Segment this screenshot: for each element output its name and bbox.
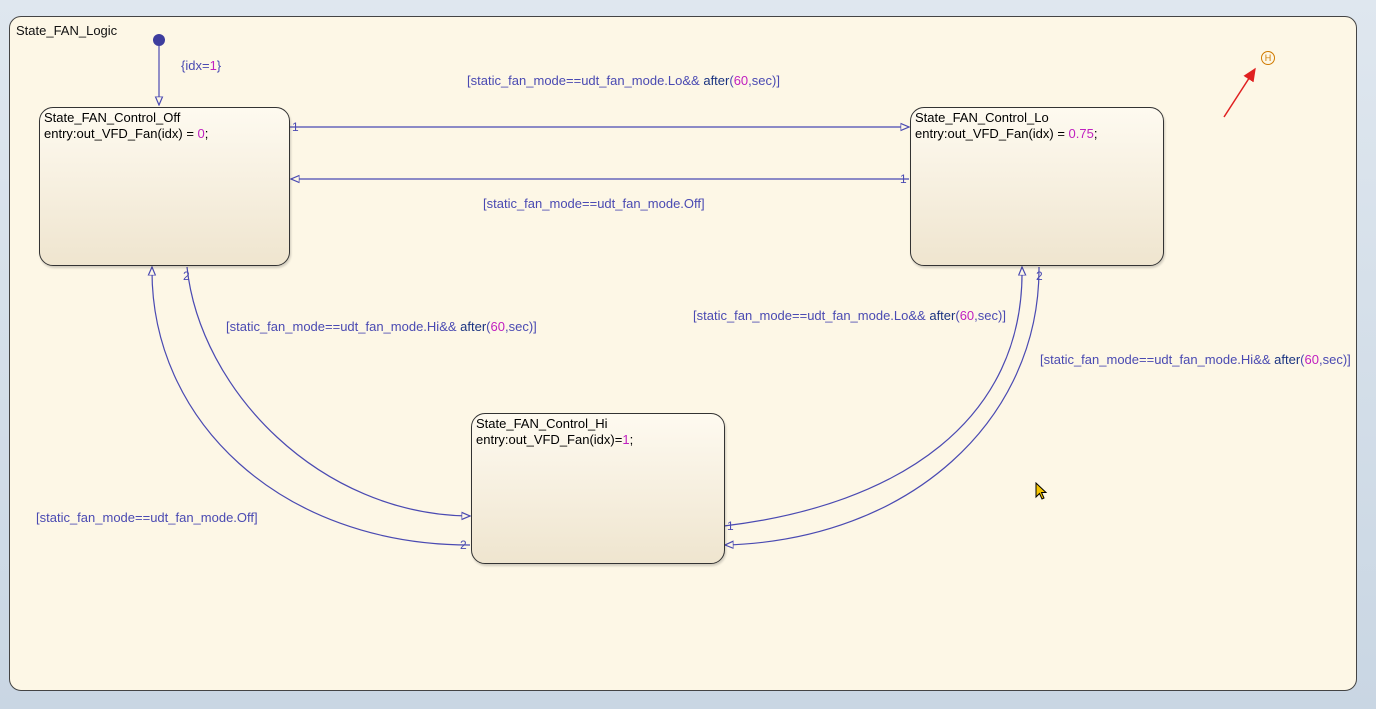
state-fan-control-off[interactable]: State_FAN_Control_Off entry:out_VFD_Fan(…: [39, 107, 290, 266]
state-fan-control-lo[interactable]: State_FAN_Control_Lo entry:out_VFD_Fan(i…: [910, 107, 1164, 266]
label-off-to-hi[interactable]: [static_fan_mode==udt_fan_mode.Hi&& afte…: [226, 319, 537, 334]
state-entry-action: entry:out_VFD_Fan(idx) = 0;: [44, 126, 209, 141]
default-transition-dot[interactable]: [153, 34, 165, 46]
label-hi-to-lo[interactable]: [static_fan_mode==udt_fan_mode.Lo&& afte…: [693, 308, 1006, 323]
mouse-cursor-icon: [1035, 482, 1048, 500]
history-junction[interactable]: H: [1261, 51, 1275, 65]
priority-hi-out-1: 1: [727, 519, 734, 533]
priority-off-out-1: 1: [292, 120, 299, 134]
state-name: State_FAN_Control_Lo: [915, 110, 1049, 125]
label-lo-to-hi[interactable]: [static_fan_mode==udt_fan_mode.Hi&& afte…: [1040, 352, 1351, 367]
state-entry-action: entry:out_VFD_Fan(idx)=1;: [476, 432, 634, 447]
label-lo-to-off[interactable]: [static_fan_mode==udt_fan_mode.Off]: [483, 196, 705, 211]
state-fan-control-hi[interactable]: State_FAN_Control_Hi entry:out_VFD_Fan(i…: [471, 413, 725, 564]
priority-off-out-2: 2: [183, 269, 190, 283]
state-name: State_FAN_Control_Hi: [476, 416, 608, 431]
state-entry-action: entry:out_VFD_Fan(idx) = 0.75;: [915, 126, 1098, 141]
state-name: State_FAN_Control_Off: [44, 110, 181, 125]
priority-hi-out-2: 2: [460, 538, 467, 552]
priority-lo-out-1: 1: [900, 172, 907, 186]
transition-hi-to-off[interactable]: [152, 267, 471, 546]
annotation-arrow: [1223, 67, 1256, 118]
label-off-to-lo[interactable]: [static_fan_mode==udt_fan_mode.Lo&& afte…: [467, 73, 780, 88]
default-transition-label[interactable]: {idx=1}: [181, 58, 221, 73]
label-hi-to-off[interactable]: [static_fan_mode==udt_fan_mode.Off]: [36, 510, 258, 525]
priority-lo-out-2: 2: [1036, 269, 1043, 283]
transition-off-to-hi[interactable]: [186, 266, 470, 516]
transition-hi-to-lo[interactable]: [723, 267, 1022, 527]
